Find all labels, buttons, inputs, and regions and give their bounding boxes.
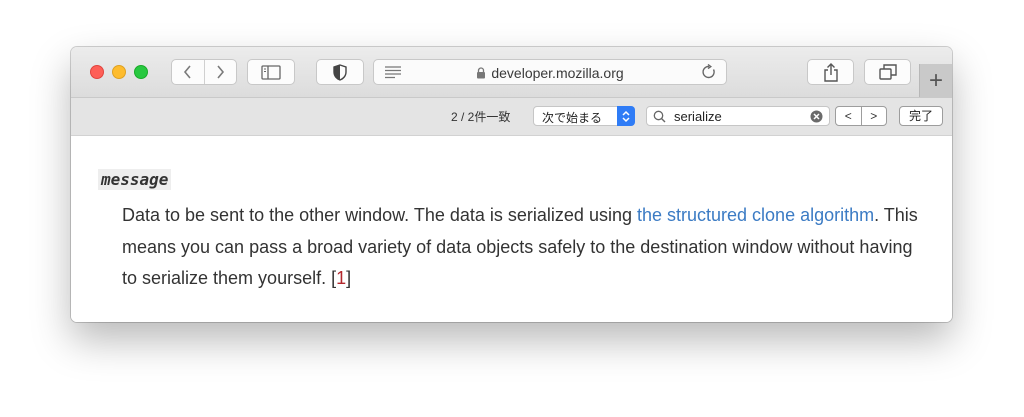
- find-mode-select[interactable]: 次で始まる: [533, 106, 635, 126]
- find-navigation: < >: [835, 106, 887, 126]
- find-query: serialize: [674, 109, 722, 124]
- privacy-report-button[interactable]: [316, 59, 364, 85]
- parameter-name: message: [98, 169, 172, 190]
- toolbar: developer.mozilla.org +: [71, 47, 952, 98]
- minimize-window-button[interactable]: [112, 65, 126, 79]
- find-mode-label: 次で始まる: [542, 111, 603, 125]
- updown-chevron-icon: [617, 106, 635, 126]
- share-icon: [823, 62, 838, 82]
- close-window-button[interactable]: [90, 65, 104, 79]
- find-previous-button[interactable]: <: [836, 107, 861, 125]
- chevron-right-icon: [217, 65, 225, 79]
- search-icon: [653, 110, 666, 128]
- shield-icon: [333, 63, 347, 81]
- address-bar[interactable]: developer.mozilla.org: [373, 59, 727, 85]
- page-content: message Data to be sent to the other win…: [71, 136, 952, 322]
- history-navigation: [171, 59, 237, 85]
- lock-icon: [476, 66, 486, 82]
- chevron-left-icon: [183, 65, 191, 79]
- find-bar: 2 / 2件一致 次で始まる serialize < > 完了: [71, 98, 952, 136]
- find-match-count: 2 / 2件一致: [451, 110, 511, 124]
- browser-window: developer.mozilla.org + 2 / 2件一致 次で始まる s: [71, 47, 952, 322]
- parameter-description: Data to be sent to the other window. The…: [122, 205, 918, 288]
- reload-icon[interactable]: [701, 63, 717, 85]
- tabs-icon: [878, 64, 897, 80]
- sidebar-icon: [261, 64, 281, 80]
- find-input[interactable]: serialize: [646, 106, 830, 126]
- structured-clone-link[interactable]: the structured clone algorithm: [637, 205, 874, 225]
- url-text: developer.mozilla.org: [491, 65, 624, 81]
- back-button[interactable]: [172, 60, 204, 84]
- sidebar-button[interactable]: [247, 59, 295, 85]
- zoom-window-button[interactable]: [134, 65, 148, 79]
- find-done-button[interactable]: 完了: [899, 106, 943, 126]
- footnote-link[interactable]: 1: [336, 268, 346, 288]
- share-button[interactable]: [807, 59, 854, 85]
- tab-overview-button[interactable]: [864, 59, 911, 85]
- find-next-button[interactable]: >: [860, 107, 887, 125]
- new-tab-button[interactable]: +: [919, 64, 952, 97]
- clear-icon[interactable]: [810, 110, 823, 128]
- forward-button[interactable]: [203, 60, 237, 84]
